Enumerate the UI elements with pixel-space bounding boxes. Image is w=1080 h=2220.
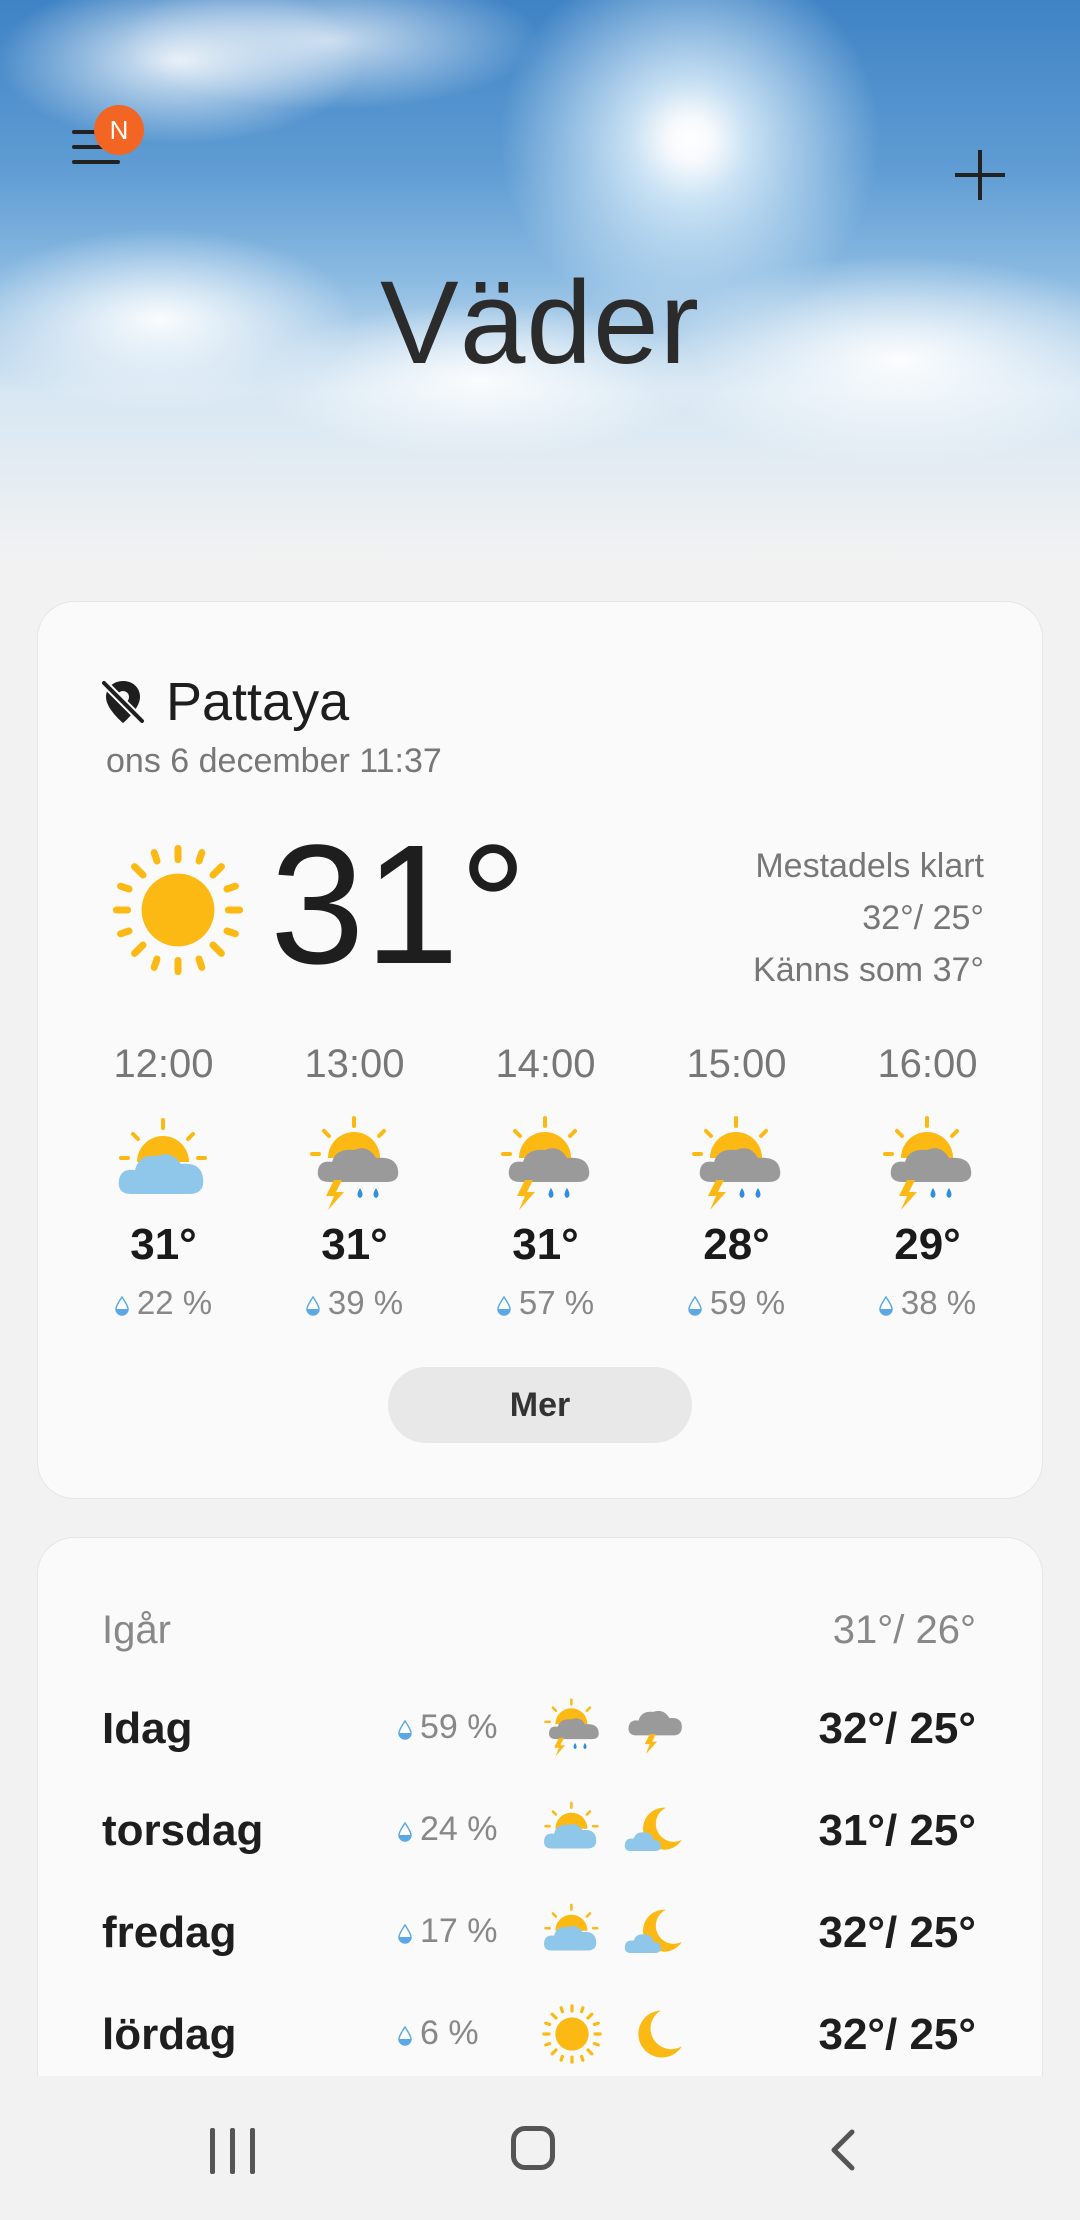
hour-time: 13:00 (304, 1042, 405, 1086)
hourly-item: 12:00 31° 22 % (68, 1042, 259, 1322)
day-name: lördag (102, 2010, 237, 2059)
partly-cloudy-icon (109, 1114, 219, 1214)
sun-icon (538, 2002, 606, 2066)
hour-time: 15:00 (686, 1042, 787, 1086)
hour-precip: 38 % (832, 1284, 1023, 1322)
high-low-temps: 32°/ 25° (862, 899, 984, 937)
day-precip: 24 % (398, 1810, 498, 1849)
hour-time: 16:00 (877, 1042, 978, 1086)
more-button[interactable]: Mer (388, 1367, 692, 1443)
location-row: Pattaya (100, 672, 349, 732)
hour-time: 12:00 (113, 1042, 214, 1086)
raindrop-icon (398, 1924, 412, 1944)
hour-temp: 28° (703, 1220, 770, 1269)
hourly-item: 13:00 31° 39 % (259, 1042, 450, 1322)
city-name: Pattaya (166, 672, 350, 732)
home-icon[interactable] (511, 2126, 555, 2170)
day-temps: 32°/ 25° (818, 2010, 976, 2059)
notification-badge: N (94, 105, 144, 155)
raindrop-icon (497, 1296, 511, 1316)
hour-precip: 39 % (259, 1284, 450, 1322)
hour-temp: 31° (130, 1220, 197, 1269)
thunderstorm-rain-icon (491, 1114, 601, 1214)
day-name: torsdag (102, 1806, 264, 1855)
partly-cloudy-icon (538, 1900, 606, 1964)
thunder-cloud-icon (620, 1696, 688, 1760)
yesterday-temps: 31°/ 26° (832, 1608, 976, 1652)
raindrop-icon (398, 1822, 412, 1842)
day-precip: 17 % (398, 1912, 498, 1951)
thunderstorm-rain-icon (300, 1114, 410, 1214)
raindrop-icon (879, 1296, 893, 1316)
raindrop-icon (398, 2026, 412, 2046)
daily-row[interactable]: lördag 6 % 32°/ 25° (38, 1996, 1042, 2076)
yesterday-label: Igår (102, 1608, 171, 1652)
raindrop-icon (115, 1296, 129, 1316)
hour-temp: 31° (512, 1220, 579, 1269)
current-temperature: 31° (270, 810, 528, 1000)
hourly-item: 15:00 28° 59 % (641, 1042, 832, 1322)
current-datetime: ons 6 december 11:37 (106, 742, 442, 780)
partly-cloudy-icon (538, 1798, 606, 1862)
day-temps: 32°/ 25° (818, 1704, 976, 1753)
daily-row[interactable]: Idag 59 % 32°/ 25° (38, 1690, 1042, 1770)
recent-apps-icon[interactable] (210, 2128, 256, 2174)
add-location-icon[interactable] (955, 150, 1005, 200)
system-navigation-bar (0, 2076, 1080, 2220)
hour-temp: 31° (321, 1220, 388, 1269)
location-off-icon (101, 680, 145, 724)
day-temps: 32°/ 25° (818, 1908, 976, 1957)
moon-icon (620, 2002, 688, 2066)
day-precip: 6 % (398, 2014, 479, 2053)
thunderstorm-rain-icon (538, 1696, 606, 1760)
daily-forecast-card[interactable]: Igår 31°/ 26° Idag 59 % 32°/ 25° torsdag… (38, 1538, 1042, 2098)
day-name: Idag (102, 1704, 193, 1753)
page-title: Väder (380, 257, 700, 389)
raindrop-icon (398, 1720, 412, 1740)
condition-text: Mestadels klart (755, 847, 984, 885)
thunderstorm-rain-icon (873, 1114, 983, 1214)
daily-row[interactable]: torsdag 24 % 31°/ 25° (38, 1792, 1042, 1872)
thunderstorm-rain-icon (682, 1114, 792, 1214)
current-weather-card[interactable]: Pattaya ons 6 december 11:37 31° Mestade… (38, 602, 1042, 1498)
hourly-item: 14:00 31° 57 % (450, 1042, 641, 1322)
hour-precip: 59 % (641, 1284, 832, 1322)
daily-row[interactable]: fredag 17 % 32°/ 25° (38, 1894, 1042, 1974)
raindrop-icon (688, 1296, 702, 1316)
hour-precip: 22 % (68, 1284, 259, 1322)
hour-precip: 57 % (450, 1284, 641, 1322)
day-name: fredag (102, 1908, 237, 1957)
cloudy-night-icon (620, 1900, 688, 1964)
cloudy-night-icon (620, 1798, 688, 1862)
hero-sky-banner: N Väder (0, 0, 1080, 560)
hour-time: 14:00 (495, 1042, 596, 1086)
feels-like: Känns som 37° (753, 951, 984, 989)
day-precip: 59 % (398, 1708, 498, 1747)
hourly-forecast[interactable]: 12:00 31° 22 % 13:00 31° 39 % 14:00 31° … (68, 1042, 1028, 1322)
raindrop-icon (306, 1296, 320, 1316)
condition-summary: Mestadels klart 32°/ 25° Känns som 37° (753, 840, 984, 996)
hourly-item: 16:00 29° 38 % (832, 1042, 1023, 1322)
sun-icon (108, 840, 248, 980)
back-icon[interactable] (822, 2128, 866, 2172)
day-temps: 31°/ 25° (818, 1806, 976, 1855)
hour-temp: 29° (894, 1220, 961, 1269)
